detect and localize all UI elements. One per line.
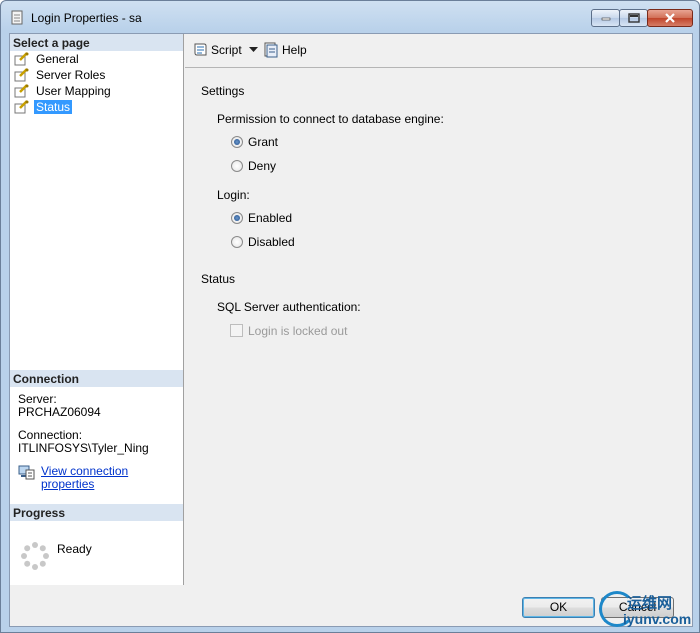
grant-label: Grant bbox=[248, 135, 279, 149]
connection-body: Server: PRCHAZ06094 Connection: ITLINFOS… bbox=[10, 387, 183, 497]
connection-properties-icon bbox=[18, 465, 35, 480]
radio-dot bbox=[231, 160, 243, 172]
login-properties-window: Login Properties - sa Select a page Gene… bbox=[0, 0, 700, 633]
server-value: PRCHAZ06094 bbox=[18, 405, 101, 419]
page-settings-icon bbox=[14, 52, 29, 66]
radio-dot bbox=[231, 236, 243, 248]
script-label: Script bbox=[211, 43, 242, 57]
radio-dot bbox=[231, 136, 243, 148]
grant-radio[interactable]: Grant bbox=[231, 135, 278, 149]
dialog-footer: OK Cancel bbox=[10, 585, 692, 626]
radio-dot bbox=[231, 212, 243, 224]
toolbar: Script Help bbox=[185, 34, 692, 68]
deny-radio[interactable]: Deny bbox=[231, 159, 276, 173]
help-icon bbox=[264, 42, 278, 58]
locked-out-checkbox: Login is locked out bbox=[230, 324, 347, 338]
dialog-client-area: Select a page General Server Roles User … bbox=[9, 33, 693, 627]
view-connection-properties[interactable]: View connection properties bbox=[18, 465, 175, 491]
progress-spinner-icon bbox=[21, 542, 49, 570]
watermark-cn: 运维网 bbox=[627, 595, 673, 612]
help-button[interactable]: Help bbox=[263, 40, 307, 60]
connection-value: ITLINFOSYS\Tyler_Ning bbox=[18, 441, 149, 455]
caption-buttons bbox=[591, 9, 693, 27]
settings-label: Settings bbox=[201, 84, 245, 98]
view-connection-properties-link[interactable]: View connection properties bbox=[41, 464, 128, 491]
ok-button[interactable]: OK bbox=[522, 597, 595, 618]
connection-header: Connection bbox=[10, 370, 183, 387]
enabled-label: Enabled bbox=[248, 211, 293, 225]
page-item-label: Status bbox=[34, 100, 73, 114]
enabled-radio[interactable]: Enabled bbox=[231, 211, 292, 225]
login-label: Login: bbox=[217, 188, 250, 202]
progress-header: Progress bbox=[10, 504, 183, 521]
script-button[interactable]: Script bbox=[192, 40, 242, 60]
page-item-status[interactable]: Status bbox=[10, 99, 183, 115]
permission-label: Permission to connect to database engine… bbox=[217, 112, 444, 126]
progress-body: Ready bbox=[10, 521, 183, 581]
page-list: General Server Roles User Mapping Status bbox=[10, 51, 183, 115]
checkbox-box bbox=[230, 324, 243, 337]
page-item-user-mapping[interactable]: User Mapping bbox=[10, 83, 183, 99]
status-label: Status bbox=[201, 272, 236, 286]
page-settings-icon bbox=[14, 68, 29, 82]
page-settings-icon bbox=[14, 100, 29, 114]
progress-status: Ready bbox=[57, 542, 92, 556]
page-item-label: General bbox=[36, 52, 79, 66]
select-page-header: Select a page bbox=[10, 34, 183, 51]
help-label: Help bbox=[282, 43, 307, 57]
close-icon bbox=[665, 13, 675, 23]
minimize-button[interactable] bbox=[591, 9, 620, 27]
locked-out-label: Login is locked out bbox=[248, 324, 348, 338]
deny-label: Deny bbox=[248, 159, 277, 173]
right-pane: Script Help Settings Permission to conne… bbox=[185, 34, 692, 585]
disabled-label: Disabled bbox=[248, 235, 295, 249]
watermark: 运维网 iyunv.com bbox=[599, 589, 699, 631]
window-title: Login Properties - sa bbox=[31, 11, 142, 25]
page-settings-icon bbox=[14, 84, 29, 98]
left-pane: Select a page General Server Roles User … bbox=[10, 34, 184, 585]
minimize-icon bbox=[601, 17, 610, 21]
title-bar[interactable]: Login Properties - sa bbox=[1, 1, 699, 33]
maximize-button[interactable] bbox=[619, 9, 648, 27]
page-item-label: Server Roles bbox=[36, 68, 106, 82]
page-item-server-roles[interactable]: Server Roles bbox=[10, 67, 183, 83]
database-icon bbox=[11, 10, 23, 25]
close-button[interactable] bbox=[647, 9, 693, 27]
sql-auth-label: SQL Server authentication: bbox=[217, 300, 361, 314]
script-icon bbox=[194, 43, 207, 56]
chevron-down-icon[interactable] bbox=[249, 47, 258, 52]
progress-section: Progress Ready bbox=[10, 504, 183, 581]
watermark-en: iyunv.com bbox=[623, 611, 692, 627]
maximize-icon bbox=[627, 13, 640, 23]
disabled-radio[interactable]: Disabled bbox=[231, 235, 295, 249]
page-item-general[interactable]: General bbox=[10, 51, 183, 67]
page-item-label: User Mapping bbox=[36, 84, 111, 98]
connection-section: Connection Server: PRCHAZ06094 Connectio… bbox=[10, 370, 183, 497]
